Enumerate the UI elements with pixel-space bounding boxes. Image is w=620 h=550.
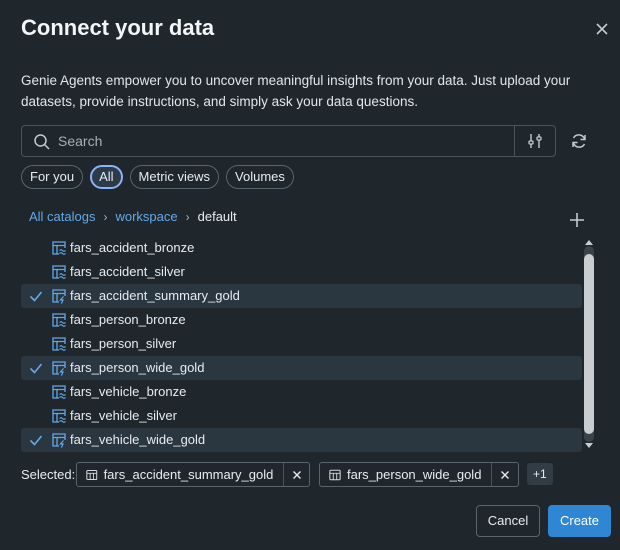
table-list: fars_accident_bronze fars_accident_silver…: [21, 236, 582, 452]
search-divider: [514, 126, 515, 156]
add-icon[interactable]: [568, 211, 586, 229]
table-name: fars_vehicle_bronze: [70, 384, 187, 399]
chip-volumes[interactable]: Volumes: [226, 165, 294, 189]
filter-chips: For you All Metric views Volumes: [21, 165, 294, 189]
table-name: fars_person_silver: [70, 336, 177, 351]
search-icon: [34, 134, 50, 150]
close-icon: [501, 470, 510, 479]
table-name: fars_accident_bronze: [70, 240, 195, 255]
table-name: fars_accident_summary_gold: [70, 288, 240, 303]
more-selected-badge[interactable]: +1: [527, 463, 553, 485]
breadcrumb-separator: ›: [185, 209, 190, 224]
table-row[interactable]: fars_accident_silver: [21, 260, 582, 284]
table-row[interactable]: fars_person_silver: [21, 332, 582, 356]
dialog-title: Connect your data: [21, 15, 215, 40]
table-stream-icon: [52, 385, 66, 399]
scroll-up-arrow-icon[interactable]: [584, 238, 594, 246]
table-row[interactable]: fars_accident_summary_gold: [21, 284, 582, 308]
scroll-down-arrow-icon[interactable]: [584, 442, 594, 450]
table-row[interactable]: fars_vehicle_silver: [21, 404, 582, 428]
table-row[interactable]: fars_vehicle_bronze: [21, 380, 582, 404]
table-name: fars_accident_silver: [70, 264, 185, 279]
cancel-button[interactable]: Cancel: [476, 505, 540, 537]
table-icon: [329, 469, 341, 480]
breadcrumb-current: default: [197, 209, 237, 224]
selected-label: Selected:: [21, 467, 76, 482]
table-row[interactable]: fars_person_bronze: [21, 308, 582, 332]
refresh-icon[interactable]: [570, 132, 588, 150]
table-bolt-icon: [52, 289, 66, 304]
table-row[interactable]: fars_person_wide_gold: [21, 356, 582, 380]
scrollbar-thumb[interactable]: [584, 254, 594, 434]
table-name: fars_person_wide_gold: [70, 360, 205, 375]
selected-tag-name: fars_person_wide_gold: [347, 467, 482, 482]
breadcrumb-separator: ›: [103, 209, 108, 224]
selected-tag: fars_person_wide_gold: [319, 462, 519, 487]
remove-tag-button[interactable]: [284, 463, 309, 486]
check-icon: [29, 435, 43, 446]
table-name: fars_vehicle_silver: [70, 408, 177, 423]
chip-all[interactable]: All: [90, 165, 123, 189]
filter-sliders-icon[interactable]: [526, 132, 544, 150]
check-icon: [29, 363, 43, 374]
table-row[interactable]: fars_vehicle_wide_gold: [21, 428, 582, 452]
dialog-description: Genie Agents empower you to uncover mean…: [21, 73, 571, 109]
breadcrumb: All catalogs › workspace › default: [29, 209, 237, 224]
create-button[interactable]: Create: [548, 505, 611, 537]
search-box: [21, 125, 556, 157]
table-bolt-icon: [52, 433, 66, 448]
table-row[interactable]: fars_accident_bronze: [21, 236, 582, 260]
check-icon: [29, 291, 43, 302]
close-icon[interactable]: [592, 19, 612, 39]
table-stream-icon: [52, 241, 66, 255]
connect-data-dialog: Connect your data Genie Agents empower y…: [0, 0, 620, 550]
chip-metric-views[interactable]: Metric views: [129, 165, 220, 189]
selected-tag: fars_accident_summary_gold: [76, 462, 310, 487]
table-stream-icon: [52, 265, 66, 279]
table-icon: [86, 469, 98, 480]
search-input[interactable]: [58, 126, 513, 156]
table-stream-icon: [52, 313, 66, 327]
table-bolt-icon: [52, 361, 66, 376]
remove-tag-button[interactable]: [492, 463, 518, 486]
list-scrollbar[interactable]: [582, 236, 596, 452]
table-stream-icon: [52, 409, 66, 423]
close-icon: [292, 470, 301, 479]
breadcrumb-all-catalogs[interactable]: All catalogs: [29, 209, 95, 224]
table-name: fars_vehicle_wide_gold: [70, 432, 206, 447]
table-stream-icon: [52, 337, 66, 351]
breadcrumb-workspace[interactable]: workspace: [115, 209, 177, 224]
chip-for-you[interactable]: For you: [21, 165, 84, 189]
table-name: fars_person_bronze: [70, 312, 186, 327]
selected-tag-name: fars_accident_summary_gold: [103, 467, 274, 482]
